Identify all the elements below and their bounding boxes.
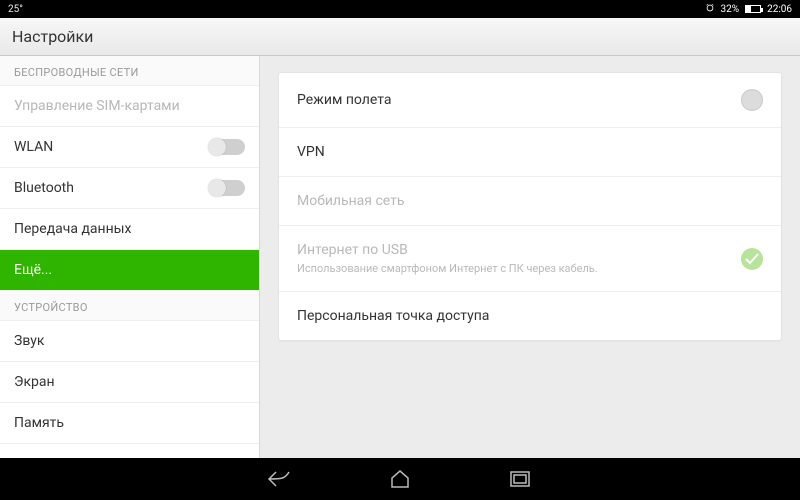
screen: 25° 32% 22:06 Настройки БЕСПРОВОДНЫЕ СЕТ…: [0, 0, 800, 500]
usb-internet-check: [741, 248, 763, 270]
sidebar-item-label: Передача данных: [14, 221, 132, 237]
row-usb-internet: Интернет по USB Использование смартфоном…: [279, 226, 781, 292]
more-settings-card: Режим полета VPN Мобильная сеть Интернет…: [278, 72, 782, 341]
row-label: Мобильная сеть: [297, 193, 404, 209]
sidebar-item-label: Ещё...: [14, 262, 52, 278]
sidebar-item-data-usage[interactable]: Передача данных: [0, 209, 259, 250]
row-mobile-network: Мобильная сеть: [279, 177, 781, 226]
nav-back-button[interactable]: [265, 464, 295, 494]
status-bar: 25° 32% 22:06: [0, 0, 800, 18]
sidebar-item-label: WLAN: [14, 139, 53, 155]
android-navbar: [0, 458, 800, 500]
sidebar-item-label: Память: [14, 415, 64, 431]
settings-sidebar: БЕСПРОВОДНЫЕ СЕТИ Управление SIM-картами…: [0, 56, 260, 458]
sidebar-item-label: Экран: [14, 374, 55, 390]
page-title: Настройки: [12, 27, 93, 46]
airplane-switch[interactable]: [741, 89, 763, 111]
section-header-device: УСТРОЙСТВО: [0, 291, 259, 321]
sidebar-item-bluetooth[interactable]: Bluetooth: [0, 168, 259, 209]
alarm-icon: [705, 3, 715, 16]
wlan-toggle[interactable]: [209, 139, 245, 155]
sidebar-item-label: Bluetooth: [14, 180, 74, 196]
row-vpn[interactable]: VPN: [279, 128, 781, 177]
status-time: 22:06: [767, 4, 792, 15]
row-subtitle: Использование смартфоном Интернет с ПК ч…: [297, 262, 598, 275]
section-header-wireless: БЕСПРОВОДНЫЕ СЕТИ: [0, 56, 259, 86]
row-label: Режим полета: [297, 92, 391, 108]
status-temp: 25°: [8, 4, 23, 15]
sidebar-item-wlan[interactable]: WLAN: [0, 127, 259, 168]
sidebar-item-sound[interactable]: Звук: [0, 321, 259, 362]
sidebar-item-more[interactable]: Ещё...: [0, 250, 259, 291]
settings-header: Настройки: [0, 18, 800, 56]
row-airplane-mode[interactable]: Режим полета: [279, 73, 781, 128]
sidebar-item-display[interactable]: Экран: [0, 362, 259, 403]
row-label: Интернет по USB: [297, 242, 598, 258]
nav-home-button[interactable]: [385, 464, 415, 494]
nav-recent-button[interactable]: [505, 464, 535, 494]
battery-text: 32%: [721, 4, 740, 15]
battery-icon: [745, 5, 761, 13]
row-label: Персональная точка доступа: [297, 308, 489, 324]
sidebar-item-label: Звук: [14, 333, 44, 349]
settings-content: Режим полета VPN Мобильная сеть Интернет…: [260, 56, 800, 458]
bluetooth-toggle[interactable]: [209, 180, 245, 196]
settings-body: БЕСПРОВОДНЫЕ СЕТИ Управление SIM-картами…: [0, 56, 800, 458]
row-label: VPN: [297, 144, 325, 160]
sidebar-item-storage[interactable]: Память: [0, 403, 259, 444]
sidebar-item-label: Управление SIM-картами: [14, 98, 180, 114]
sidebar-item-sim[interactable]: Управление SIM-картами: [0, 86, 259, 127]
row-hotspot[interactable]: Персональная точка доступа: [279, 292, 781, 340]
